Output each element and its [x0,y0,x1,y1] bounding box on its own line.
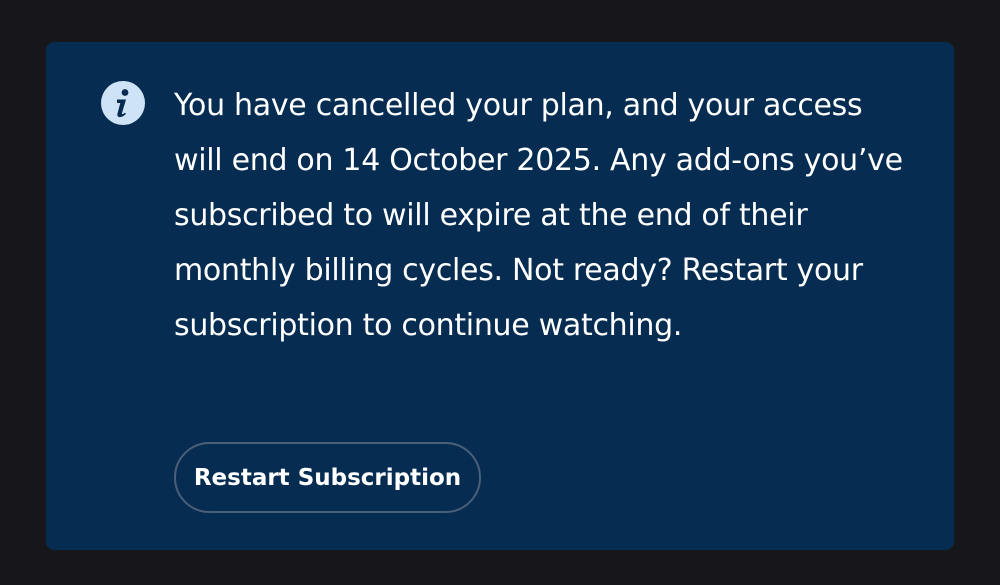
info-icon [100,80,146,126]
notice-message: You have cancelled your plan, and your a… [174,88,903,343]
subscription-cancelled-notice: You have cancelled your plan, and your a… [46,42,954,550]
restart-subscription-button[interactable]: Restart Subscription [174,442,481,513]
